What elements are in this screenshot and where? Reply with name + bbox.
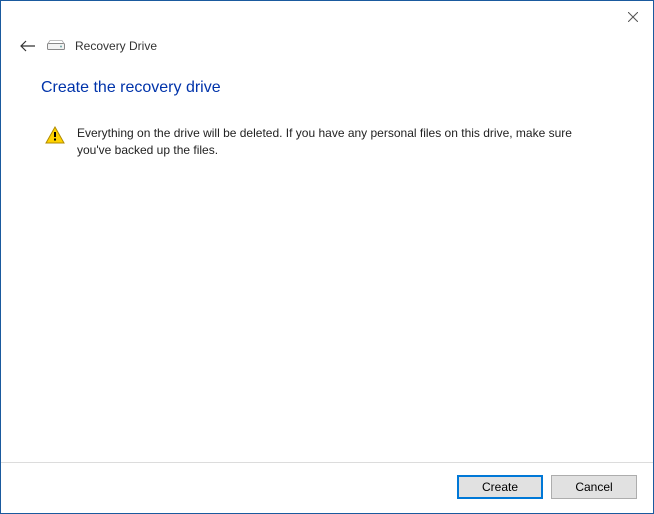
- close-icon: [628, 12, 638, 22]
- dialog-title: Recovery Drive: [75, 39, 157, 53]
- page-heading: Create the recovery drive: [41, 79, 613, 97]
- dialog-content: Create the recovery drive Everything on …: [1, 69, 653, 462]
- create-button[interactable]: Create: [457, 475, 543, 499]
- warning-block: Everything on the drive will be deleted.…: [41, 125, 613, 159]
- back-button[interactable]: [19, 37, 37, 55]
- warning-text: Everything on the drive will be deleted.…: [77, 125, 577, 159]
- warning-icon: [45, 126, 65, 149]
- dialog-header: Recovery Drive: [1, 33, 653, 69]
- arrow-left-icon: [20, 40, 36, 52]
- drive-icon: [47, 39, 65, 53]
- cancel-button[interactable]: Cancel: [551, 475, 637, 499]
- recovery-drive-dialog: Recovery Drive Create the recovery drive…: [0, 0, 654, 514]
- titlebar: [1, 1, 653, 33]
- close-button[interactable]: [621, 5, 645, 29]
- dialog-footer: Create Cancel: [1, 462, 653, 513]
